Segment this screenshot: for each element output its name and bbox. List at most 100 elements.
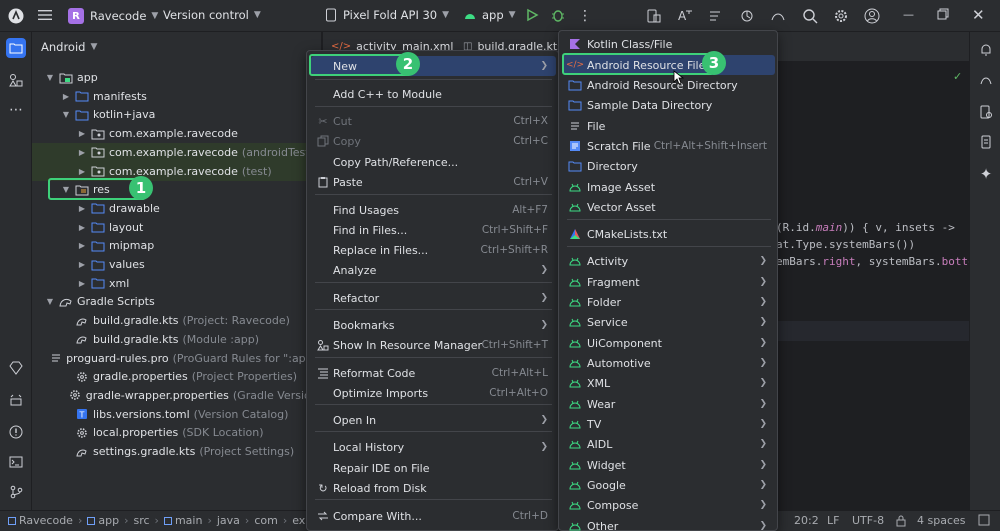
restore-icon[interactable]	[937, 8, 949, 20]
chevron-down-icon[interactable]: ▼	[44, 73, 56, 82]
sync-gradle-icon[interactable]	[708, 8, 724, 24]
close-icon[interactable]: ✕	[972, 6, 985, 24]
sparkle-icon[interactable]: ✦	[976, 164, 996, 184]
gemini-chat-icon[interactable]	[976, 70, 996, 90]
translate-icon[interactable]: A	[677, 8, 693, 24]
more-tools-icon[interactable]: ⋯	[6, 100, 26, 120]
menu-item[interactable]: Other ❯	[563, 516, 775, 531]
menu-item[interactable]: Scratch File Ctrl+Alt+Shift+Insert	[563, 136, 775, 156]
device-explorer-icon[interactable]	[976, 132, 996, 152]
code-line[interactable]: (R.id.main)) { v, insets ->	[776, 221, 955, 234]
line-ending[interactable]: LF	[827, 514, 839, 527]
chevron-right-icon[interactable]: ▶	[76, 148, 88, 157]
terminal-icon[interactable]	[6, 452, 26, 472]
tree-item[interactable]: gradle.properties (Project Properties)	[32, 367, 322, 386]
running-devices-icon[interactable]	[976, 102, 996, 122]
menu-item[interactable]: ↻ Reload from Disk	[311, 478, 556, 498]
chevron-down-icon[interactable]: ▼	[60, 110, 72, 119]
menu-item[interactable]: ✂ Cut Ctrl+X	[311, 111, 556, 131]
breadcrumb-item[interactable]: Ravecode	[19, 514, 73, 527]
menu-item[interactable]: Repair IDE on File	[311, 458, 556, 478]
tree-item[interactable]: build.gradle.kts (Module :app)	[32, 330, 322, 349]
menu-item[interactable]: Google ❯	[563, 475, 775, 495]
notifications-icon[interactable]	[976, 40, 996, 60]
tree-item[interactable]: ▼ kotlin+java	[32, 105, 322, 124]
run-config-selector[interactable]: app ▼	[463, 8, 516, 22]
menu-item[interactable]: Find in Files... Ctrl+Shift+F	[311, 220, 556, 240]
account-icon[interactable]	[864, 8, 880, 24]
git-icon[interactable]	[6, 482, 26, 502]
menu-item[interactable]: AIDL ❯	[563, 434, 775, 454]
chevron-right-icon[interactable]: ▶	[76, 260, 88, 269]
menu-item[interactable]: Replace in Files... Ctrl+Shift+R	[311, 240, 556, 260]
main-menu-icon[interactable]	[38, 8, 54, 22]
menu-item[interactable]: Reformat Code Ctrl+Alt+L	[311, 363, 556, 383]
tree-item[interactable]: ▶ layout	[32, 218, 322, 237]
tree-item[interactable]: ▼ app	[32, 68, 322, 87]
ai-assistant-icon[interactable]	[770, 8, 786, 24]
menu-item[interactable]: Service ❯	[563, 312, 775, 332]
tree-item[interactable]: gradle-wrapper.properties (Gradle Version…	[32, 386, 322, 405]
tree-item[interactable]: ▶ drawable	[32, 199, 322, 218]
breadcrumb-item[interactable]: app	[98, 514, 119, 527]
project-switcher[interactable]: R Ravecode ▼	[68, 8, 158, 24]
menu-item[interactable]: Folder ❯	[563, 292, 775, 312]
menu-item[interactable]: Paste Ctrl+V	[311, 172, 556, 192]
chevron-right-icon[interactable]: ▶	[76, 204, 88, 213]
app-logo-icon[interactable]	[8, 8, 24, 24]
menu-item[interactable]: Copy Path/Reference...	[311, 152, 556, 172]
menu-item[interactable]: Optimize Imports Ctrl+Alt+O	[311, 383, 556, 403]
menu-item[interactable]: Wear ❯	[563, 394, 775, 414]
tree-item[interactable]: ▶ values	[32, 255, 322, 274]
tree-item[interactable]: proguard-rules.pro (ProGuard Rules for ":…	[32, 349, 322, 368]
chevron-right-icon[interactable]: ▶	[76, 279, 88, 288]
menu-item[interactable]: Find Usages Alt+F7	[311, 200, 556, 220]
project-view-selector[interactable]: Android ▼	[41, 40, 97, 54]
menu-item[interactable]: Compose ❯	[563, 495, 775, 515]
cursor-position[interactable]: 20:2	[794, 514, 819, 527]
menu-item[interactable]: CMakeLists.txt	[563, 224, 775, 244]
tree-item[interactable]: ▶ xml	[32, 274, 322, 293]
profiler-icon[interactable]	[739, 8, 755, 24]
indent-setting[interactable]: 4 spaces	[917, 514, 966, 527]
minimize-icon[interactable]: —	[903, 8, 914, 21]
menu-item[interactable]: Activity ❯	[563, 251, 775, 271]
gear-icon[interactable]	[833, 8, 849, 24]
tree-item[interactable]: ▶ manifests	[32, 87, 322, 106]
code-line[interactable]: at.Type.systemBars())	[776, 238, 915, 251]
encoding[interactable]: UTF-8	[852, 514, 884, 527]
menu-item[interactable]: Analyze ❯	[311, 260, 556, 280]
menu-item[interactable]: Vector Asset	[563, 197, 775, 217]
menu-item[interactable]: Bookmarks ❯	[311, 315, 556, 335]
menu-item[interactable]: File	[563, 116, 775, 136]
tree-item[interactable]: Tlibs.versions.toml (Version Catalog)	[32, 405, 322, 424]
menu-item[interactable]: Add C++ to Module	[311, 84, 556, 104]
menu-item[interactable]: Local History ❯	[311, 437, 556, 457]
lock-icon[interactable]	[896, 515, 906, 530]
menu-item[interactable]: Directory	[563, 156, 775, 176]
menu-item[interactable]: Open In ❯	[311, 410, 556, 430]
problems-icon[interactable]	[6, 422, 26, 442]
chevron-right-icon[interactable]: ▶	[76, 223, 88, 232]
vcs-widget[interactable]: Version control ▼	[163, 8, 261, 22]
project-tool-icon[interactable]	[6, 38, 26, 58]
breadcrumb-item[interactable]: ex	[292, 514, 305, 527]
menu-item[interactable]: Widget ❯	[563, 455, 775, 475]
tree-item[interactable]: build.gradle.kts (Project: Ravecode)	[32, 311, 322, 330]
menu-item[interactable]: Fragment ❯	[563, 272, 775, 292]
device-manager-icon[interactable]	[646, 8, 662, 24]
menu-item[interactable]: TV ❯	[563, 414, 775, 434]
memory-indicator-icon[interactable]	[978, 514, 990, 529]
menu-item[interactable]: Refactor ❯	[311, 288, 556, 308]
breadcrumb-item[interactable]: com	[254, 514, 278, 527]
tree-item[interactable]: ▼ Gradle Scripts	[32, 292, 322, 311]
breadcrumb-item[interactable]: src	[133, 514, 149, 527]
menu-item[interactable]: Show In Resource Manager Ctrl+Shift+T	[311, 335, 556, 355]
chevron-right-icon[interactable]: ▶	[76, 241, 88, 250]
resource-manager-tool-icon[interactable]	[6, 70, 26, 90]
menu-item[interactable]: UiComponent ❯	[563, 333, 775, 353]
chevron-right-icon[interactable]: ▶	[76, 167, 88, 176]
tree-item[interactable]: settings.gradle.kts (Project Settings)	[32, 442, 322, 461]
menu-item[interactable]: Sample Data Directory	[563, 95, 775, 115]
tree-item[interactable]: ▶ mipmap	[32, 236, 322, 255]
